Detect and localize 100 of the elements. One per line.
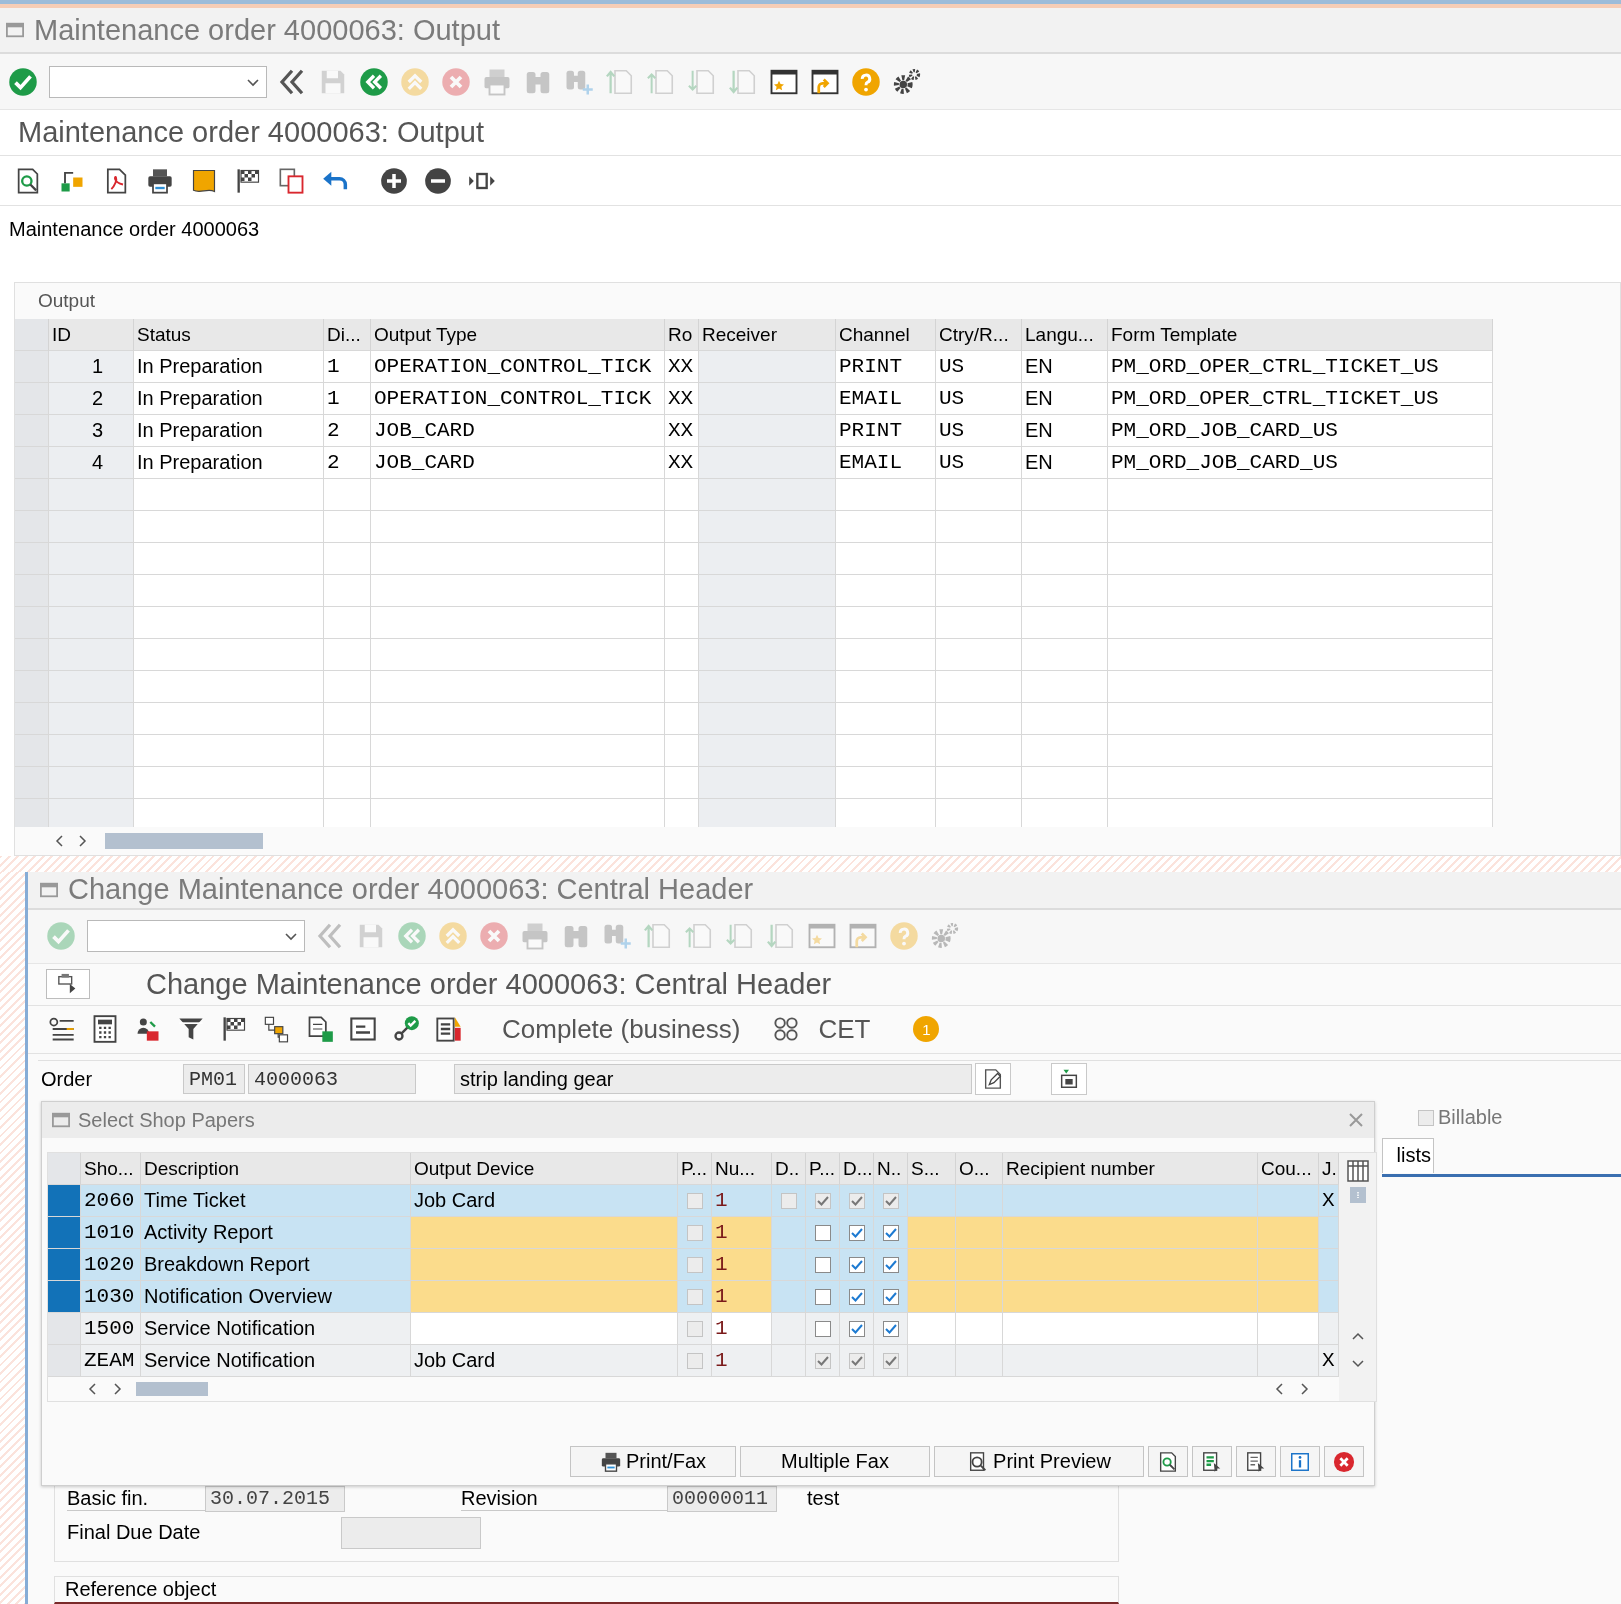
print-fax-button[interactable]: Print/Fax	[570, 1446, 736, 1477]
column-header[interactable]: Ro	[665, 319, 699, 351]
column-header[interactable]: D...	[840, 1153, 874, 1185]
column-header[interactable]: ID	[49, 319, 134, 351]
checkbox[interactable]	[848, 1320, 865, 1337]
select-all-button[interactable]	[1192, 1446, 1232, 1477]
column-header[interactable]: Receiver	[699, 319, 836, 351]
info-button[interactable]	[1280, 1446, 1320, 1477]
document-square-icon[interactable]	[306, 1015, 334, 1044]
checkbox[interactable]	[814, 1256, 831, 1273]
column-header[interactable]: P...	[678, 1153, 712, 1185]
column-header[interactable]: O...	[956, 1153, 1003, 1185]
checkbox[interactable]	[814, 1288, 831, 1305]
checkbox[interactable]	[686, 1256, 703, 1273]
print-preview-button[interactable]: Print Preview	[934, 1446, 1144, 1477]
column-header[interactable]: Ctry/R...	[936, 319, 1022, 351]
tab[interactable]: lists	[1382, 1138, 1434, 1173]
row-selector[interactable]	[48, 1217, 81, 1249]
column-header[interactable]: Recipient number	[1003, 1153, 1258, 1185]
checkbox[interactable]	[686, 1320, 703, 1337]
checkbox[interactable]	[848, 1256, 865, 1273]
column-header[interactable]: D..	[772, 1153, 806, 1185]
scroll-right-icon[interactable]	[77, 835, 87, 847]
checkbox[interactable]	[882, 1192, 899, 1209]
column-header[interactable]: S...	[908, 1153, 956, 1185]
multiple-fax-button[interactable]: Multiple Fax	[740, 1446, 930, 1477]
row-selector[interactable]	[48, 1281, 81, 1313]
checkbox[interactable]	[814, 1192, 831, 1209]
checkbox[interactable]	[1418, 1110, 1434, 1126]
scroll-down-icon[interactable]	[1351, 1359, 1364, 1369]
checkbox[interactable]	[814, 1320, 831, 1337]
table-cell[interactable]: 1	[712, 1185, 772, 1217]
checkbox[interactable]	[780, 1192, 797, 1209]
copy-icon[interactable]	[278, 166, 306, 195]
screen-toggle-button[interactable]	[46, 969, 90, 1000]
remove-icon[interactable]	[424, 166, 452, 195]
checkbox[interactable]	[848, 1224, 865, 1241]
column-header[interactable]: Description	[141, 1153, 411, 1185]
column-header[interactable]: Sho...	[81, 1153, 141, 1185]
column-header[interactable]: Channel	[836, 319, 936, 351]
cancel-button[interactable]	[1324, 1446, 1364, 1477]
scrollbar-thumb[interactable]	[136, 1382, 208, 1396]
checkbox[interactable]	[814, 1352, 831, 1369]
checkbox[interactable]	[882, 1320, 899, 1337]
deselect-all-button[interactable]	[1236, 1446, 1276, 1477]
checkbox[interactable]	[686, 1224, 703, 1241]
checkbox[interactable]	[848, 1352, 865, 1369]
date-field[interactable]: 30.07.2015	[205, 1486, 345, 1512]
column-settings-icon[interactable]	[1345, 1159, 1370, 1183]
checkbox[interactable]	[814, 1224, 831, 1241]
checkbox[interactable]	[882, 1256, 899, 1273]
checkbox[interactable]	[882, 1288, 899, 1305]
print-icon[interactable]	[146, 166, 174, 195]
checkbox[interactable]	[848, 1288, 865, 1305]
window-icon[interactable]	[349, 1015, 377, 1044]
scroll-left-icon[interactable]	[55, 835, 65, 847]
document-bars-icon[interactable]	[435, 1015, 463, 1044]
key-check-icon[interactable]	[392, 1015, 420, 1044]
help-icon[interactable]	[851, 66, 881, 97]
column-header[interactable]: Cou...	[1258, 1153, 1319, 1185]
column-header[interactable]: P...	[806, 1153, 840, 1185]
checkbox[interactable]	[882, 1224, 899, 1241]
table-cell[interactable]: 1	[712, 1345, 772, 1377]
checkbox[interactable]	[686, 1352, 703, 1369]
enter-icon[interactable]	[8, 66, 38, 97]
order-type-field[interactable]: PM01	[183, 1064, 245, 1095]
settings-icon[interactable]	[892, 66, 922, 97]
command-field[interactable]	[87, 920, 305, 953]
order-number-field[interactable]: 4000063	[248, 1064, 416, 1095]
details-button[interactable]	[1148, 1446, 1188, 1477]
structure-icon[interactable]	[263, 1015, 291, 1044]
checkbox[interactable]	[686, 1192, 703, 1209]
table-cell[interactable]: 1	[712, 1313, 772, 1345]
table-cell[interactable]: 1	[712, 1217, 772, 1249]
revision-field[interactable]: 00000011	[667, 1486, 777, 1512]
long-text-button[interactable]	[975, 1063, 1011, 1096]
column-header[interactable]: Nu...	[712, 1153, 772, 1185]
scrollbar-thumb[interactable]	[105, 833, 263, 849]
date-field[interactable]	[341, 1517, 481, 1549]
column-header[interactable]: N..	[874, 1153, 908, 1185]
scroll-thumb-icon[interactable]	[1349, 1187, 1366, 1203]
column-header[interactable]: Form Template	[1108, 319, 1493, 351]
add-icon[interactable]	[380, 166, 408, 195]
column-header[interactable]: Output Type	[371, 319, 665, 351]
scroll-left-icon[interactable]	[1275, 1383, 1285, 1395]
scroll-left-icon[interactable]	[88, 1383, 98, 1395]
command-field[interactable]	[49, 65, 267, 98]
checkbox[interactable]	[848, 1192, 865, 1209]
row-selector[interactable]	[48, 1185, 81, 1217]
column-header[interactable]: Langu...	[1022, 319, 1108, 351]
column-header[interactable]: Di...	[324, 319, 371, 351]
row-selector[interactable]	[48, 1249, 81, 1281]
column-header[interactable]: J.	[1319, 1153, 1339, 1185]
checkbox[interactable]	[882, 1352, 899, 1369]
scroll-right-icon[interactable]	[112, 1383, 122, 1395]
calculator-icon[interactable]	[91, 1015, 119, 1044]
description-field[interactable]: strip landing gear	[454, 1064, 972, 1095]
scroll-up-icon[interactable]	[1351, 1331, 1364, 1341]
back-icon[interactable]	[359, 66, 389, 97]
column-header[interactable]: Output Device	[411, 1153, 678, 1185]
